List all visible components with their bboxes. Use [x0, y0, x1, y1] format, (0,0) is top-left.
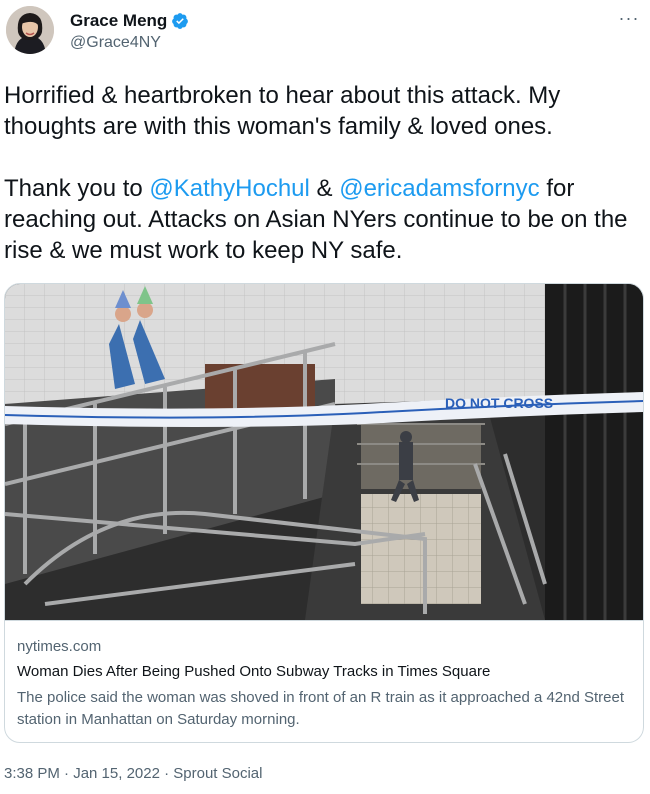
card-meta: nytimes.com Woman Dies After Being Pushe…: [5, 620, 643, 742]
avatar-image: [6, 6, 54, 54]
avatar[interactable]: [6, 6, 54, 54]
mention-link[interactable]: @KathyHochul: [149, 175, 309, 202]
tweet-text: Horrified & heartbroken to hear about th…: [4, 80, 648, 266]
card-title[interactable]: Woman Dies After Being Pushed Onto Subwa…: [17, 663, 490, 680]
more-options-icon[interactable]: ···: [617, 8, 641, 28]
verified-badge-icon: [171, 12, 189, 30]
tweet-paragraph: Horrified & heartbroken to hear about th…: [4, 82, 561, 140]
display-name[interactable]: Grace Meng: [70, 11, 167, 31]
link-preview-card[interactable]: DO NOT CROSS nytimes.com Woman Dies Afte…: [4, 283, 644, 743]
tweet-text-segment: Thank you to: [4, 175, 150, 202]
tweet-text-segment: &: [309, 175, 340, 202]
card-domain: nytimes.com: [17, 638, 102, 655]
tweet-paragraph: Thank you to @KathyHochul & @ericadamsfo…: [4, 173, 648, 266]
mention-link[interactable]: @ericadamsfornyc: [339, 175, 539, 202]
user-handle[interactable]: @Grace4NY: [70, 34, 161, 52]
tweet-header: Grace Meng @Grace4NY ···: [0, 0, 650, 66]
card-description: The police said the woman was shoved in …: [17, 689, 625, 728]
subway-station-photo: DO NOT CROSS: [5, 284, 643, 620]
police-tape-text: DO NOT CROSS: [445, 395, 553, 411]
tweet-timestamp[interactable]: 3:38 PM · Jan 15, 2022 · Sprout Social: [4, 765, 262, 782]
